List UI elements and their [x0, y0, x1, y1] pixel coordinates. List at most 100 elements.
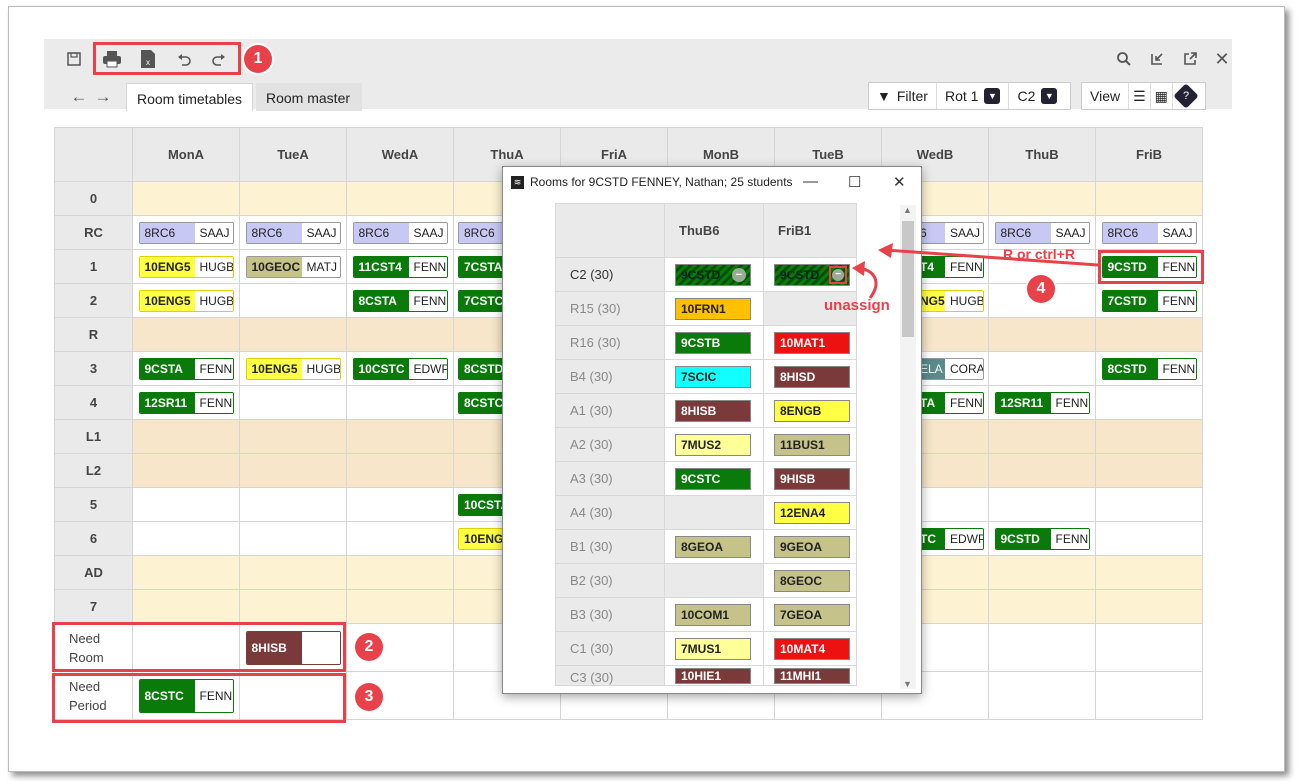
room-slot[interactable]: 8GEOA: [675, 535, 751, 558]
popout-icon[interactable]: [1179, 48, 1201, 70]
lesson-chip[interactable]: 8RC6 SAAJ: [138, 221, 234, 244]
lesson-chip[interactable]: 8RC6 SAAJ: [352, 221, 448, 244]
room-slot[interactable]: 7GEOA: [774, 603, 850, 626]
room-row: R15 (30) 10FRN1: [555, 291, 857, 326]
lesson-chip[interactable]: TC EDWP: [914, 527, 984, 550]
lesson-chip[interactable]: 6 SAAJ: [914, 221, 984, 244]
annotation-4: 4: [1027, 275, 1055, 303]
unassign-icon[interactable]: −: [732, 267, 746, 282]
day-header: WedA: [346, 127, 454, 182]
minimize-icon[interactable]: —: [803, 173, 818, 190]
room-slot[interactable]: 11BUS1: [774, 433, 850, 456]
scroll-up-icon[interactable]: ▲: [903, 205, 912, 215]
lesson-chip[interactable]: 9CSTD FENN: [994, 527, 1090, 550]
period-label: 7: [54, 589, 133, 624]
room-slot-assigned[interactable]: 9CSTD −: [774, 263, 850, 286]
lesson-chip[interactable]: NG5 HUGB: [914, 289, 984, 312]
rot-select[interactable]: Rot 1 ▼: [937, 83, 1010, 109]
room-slot[interactable]: 10COM1: [675, 603, 751, 626]
chevron-down-icon: ▼: [1041, 88, 1058, 104]
filter-label: Filter: [896, 88, 928, 104]
period-label: RC: [54, 215, 133, 250]
room-slot[interactable]: 10MAT4: [774, 637, 850, 660]
lesson-chip[interactable]: 10GEOC MATJ: [245, 255, 341, 278]
room-label: A1 (30): [555, 393, 665, 428]
forward-arrow-icon[interactable]: →: [92, 86, 114, 108]
room-slot[interactable]: 10MAT1: [774, 331, 850, 354]
room-label: B4 (30): [555, 359, 665, 394]
dialog-title: Rooms for 9CSTD FENNEY, Nathan; 25 stude…: [530, 175, 793, 189]
tab-room-master[interactable]: Room master: [256, 83, 362, 111]
tab-room-timetables[interactable]: Room timetables: [126, 83, 254, 111]
lesson-chip[interactable]: 8RC6 SAAJ: [1101, 221, 1197, 244]
room-row: A3 (30) 9CSTC 9HISB: [555, 461, 857, 496]
campus-select[interactable]: C2 ▼: [1009, 83, 1065, 109]
room-slot[interactable]: 8ENGB: [774, 399, 850, 422]
room-row: B4 (30) 7SCIC 8HISD: [555, 359, 857, 394]
room-slot[interactable]: 8HISD: [774, 365, 850, 388]
room-slot[interactable]: 7MUS2: [675, 433, 751, 456]
room-label: C3 (30): [555, 665, 665, 686]
day-header: ThuB: [988, 127, 1096, 182]
room-slot[interactable]: 10HIE1: [675, 668, 751, 684]
list-view-icon[interactable]: ☰: [1129, 83, 1151, 109]
lesson-chip[interactable]: 11CST4 FENN: [352, 255, 448, 278]
room-slot[interactable]: 9GEOA: [774, 535, 850, 558]
lesson-chip[interactable]: 12SR11 FENN: [994, 391, 1090, 414]
room-row: B3 (30) 10COM1 7GEOA: [555, 597, 857, 632]
search-icon[interactable]: [1113, 48, 1135, 70]
lesson-chip[interactable]: 8CSTA FENN: [352, 289, 448, 312]
room-slot[interactable]: 9CSTB: [675, 331, 751, 354]
room-slot[interactable]: 7SCIC: [675, 365, 751, 388]
save-icon[interactable]: [63, 48, 85, 70]
lesson-chip[interactable]: 7CSTD FENN: [1101, 289, 1197, 312]
room-slot[interactable]: 12ENA4: [774, 501, 850, 524]
dialog-close-icon[interactable]: ✕: [893, 173, 906, 191]
room-slot[interactable]: 8HISB: [675, 399, 751, 422]
period-header: ThuB6: [664, 203, 764, 258]
unassign-annotation: unassign: [824, 297, 890, 314]
room-row: A1 (30) 8HISB 8ENGB: [555, 393, 857, 428]
lesson-chip[interactable]: 8RC6 SAAJ: [994, 221, 1090, 244]
period-label: L1: [54, 419, 133, 454]
filter-icon: ▼: [877, 88, 891, 104]
room-row: C1 (30) 7MUS1 10MAT4: [555, 631, 857, 666]
room-label: A2 (30): [555, 427, 665, 462]
lesson-chip[interactable]: 12SR11 FENN: [138, 391, 234, 414]
filter-button[interactable]: ▼ Filter: [869, 83, 937, 109]
room-slot[interactable]: 8GEOC: [774, 569, 850, 592]
lesson-chip[interactable]: 10CSTC EDWP: [352, 357, 448, 380]
room-label: C2 (30): [555, 257, 665, 292]
lesson-chip[interactable]: ELA CORA: [914, 357, 984, 380]
period-label: 5: [54, 487, 133, 522]
room-row: C2 (30) 9CSTD − 9CSTD −: [555, 257, 857, 292]
layout-icon[interactable]: ▦: [1151, 83, 1173, 109]
view-button[interactable]: View: [1082, 83, 1130, 109]
scroll-down-icon[interactable]: ▼: [903, 679, 912, 689]
dock-icon[interactable]: [1146, 48, 1168, 70]
maximize-icon[interactable]: ☐: [848, 173, 861, 191]
corner-cell: [555, 203, 665, 258]
period-label: 3: [54, 351, 133, 386]
room-slot[interactable]: 11MHI1: [774, 668, 850, 684]
room-slot[interactable]: 9HISB: [774, 467, 850, 490]
help-icon[interactable]: ?: [1173, 83, 1199, 109]
lesson-chip[interactable]: 10ENG5 HUGB: [138, 255, 234, 278]
lesson-chip[interactable]: 10ENG5 HUGB: [138, 289, 234, 312]
lesson-chip[interactable]: TA FENN: [914, 391, 984, 414]
room-slot[interactable]: 9CSTC: [675, 467, 751, 490]
close-icon[interactable]: ✕: [1211, 48, 1233, 70]
unassign-icon[interactable]: −: [832, 268, 844, 281]
room-slot[interactable]: 10FRN1: [675, 297, 751, 320]
scroll-thumb[interactable]: [902, 221, 914, 337]
back-arrow-icon[interactable]: ←: [68, 86, 90, 108]
room-slot-assigned[interactable]: 9CSTD −: [675, 263, 751, 286]
room-slot[interactable]: 7MUS1: [675, 637, 751, 660]
lesson-chip[interactable]: T4 FENN: [914, 255, 984, 278]
dialog-scrollbar[interactable]: ▲ ▼: [900, 205, 916, 689]
lesson-chip[interactable]: 8CSTD FENN: [1101, 357, 1197, 380]
lesson-chip[interactable]: 10ENG5 HUGB: [245, 357, 341, 380]
room-row: R16 (30) 9CSTB 10MAT1: [555, 325, 857, 360]
lesson-chip[interactable]: 8RC6 SAAJ: [245, 221, 341, 244]
lesson-chip[interactable]: 9CSTA FENN: [138, 357, 234, 380]
